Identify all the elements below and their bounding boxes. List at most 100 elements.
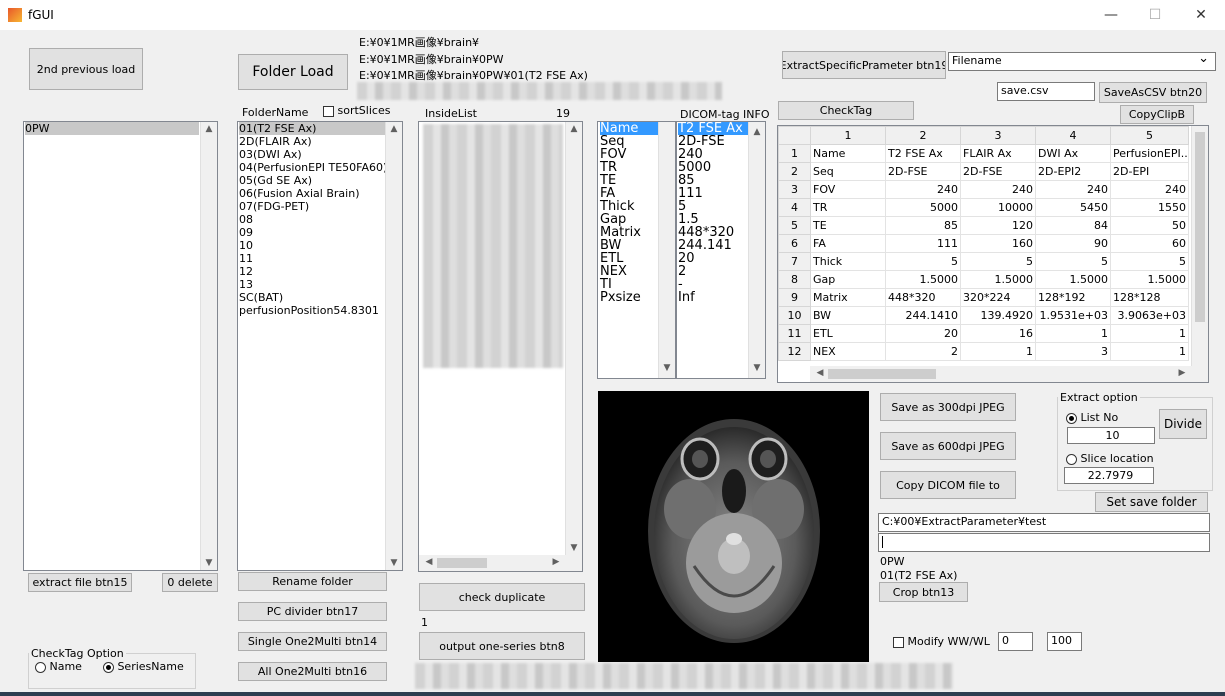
table-cell[interactable]: 139.4920 bbox=[960, 306, 1036, 325]
column-header[interactable]: 1 bbox=[810, 126, 886, 145]
row-header[interactable]: 8 bbox=[778, 270, 811, 289]
table-cell[interactable]: 1 bbox=[1110, 342, 1189, 361]
minimize-icon[interactable]: — bbox=[1088, 4, 1134, 26]
table-cell[interactable]: PerfusionEPI... bbox=[1110, 144, 1189, 163]
list-item[interactable]: 03(DWI Ax) bbox=[239, 148, 385, 161]
table-cell[interactable]: 448*320 bbox=[885, 288, 961, 307]
list-item[interactable]: Inf bbox=[678, 291, 749, 304]
table-cell[interactable]: Gap bbox=[810, 270, 886, 289]
table-cell[interactable]: 128*192 bbox=[1035, 288, 1111, 307]
row-header[interactable]: 3 bbox=[778, 180, 811, 199]
scroll-up-icon[interactable]: ▲ bbox=[201, 124, 217, 134]
mr-image-viewer[interactable] bbox=[598, 391, 869, 662]
table-cell[interactable]: 1550 bbox=[1110, 198, 1189, 217]
table-cell[interactable]: 2D-EPI bbox=[1110, 162, 1189, 181]
list-item[interactable]: 10 bbox=[239, 239, 385, 252]
scroll-up-icon[interactable]: ▲ bbox=[386, 124, 402, 134]
list-item[interactable]: 11 bbox=[239, 252, 385, 265]
chevron-down-icon[interactable]: ⌄ bbox=[1198, 53, 1209, 67]
list-item[interactable]: 0PW bbox=[25, 122, 199, 135]
folder-list[interactable]: 01(T2 FSE Ax) 2D(FLAIR Ax) 03(DWI Ax) 04… bbox=[237, 121, 403, 571]
row-header[interactable]: 12 bbox=[778, 342, 811, 361]
table-cell[interactable]: 2 bbox=[885, 342, 961, 361]
sort-slices-checkbox[interactable] bbox=[323, 105, 334, 117]
table-cell[interactable]: 90 bbox=[1035, 234, 1111, 253]
secondary-path-input[interactable] bbox=[878, 533, 1210, 552]
table-cell[interactable]: 1.5000 bbox=[1110, 270, 1189, 289]
scroll-left-icon[interactable]: ◀ bbox=[812, 368, 828, 378]
scrollbar[interactable]: ▲ ▼ bbox=[385, 122, 402, 570]
table-cell[interactable]: 5450 bbox=[1035, 198, 1111, 217]
list-item[interactable]: 20 bbox=[678, 252, 749, 265]
table-cell[interactable]: 60 bbox=[1110, 234, 1189, 253]
rename-folder-button[interactable]: Rename folder bbox=[238, 572, 387, 591]
crop-button[interactable]: Crop btn13 bbox=[879, 582, 968, 602]
list-item[interactable]: 05(Gd SE Ax) bbox=[239, 174, 385, 187]
scroll-down-icon[interactable]: ▼ bbox=[749, 360, 765, 376]
list-item[interactable]: 08 bbox=[239, 213, 385, 226]
scroll-up-icon[interactable]: ▲ bbox=[749, 124, 765, 140]
list-item[interactable]: Pxsize bbox=[600, 291, 659, 304]
list-item[interactable]: 111 bbox=[678, 187, 749, 200]
list-no-radio[interactable] bbox=[1066, 412, 1077, 424]
column-header[interactable]: 5 bbox=[1110, 126, 1189, 145]
window-level-input[interactable]: 100 bbox=[1047, 632, 1082, 651]
table-cell[interactable]: 1.9531e+03 bbox=[1035, 306, 1111, 325]
list-item[interactable]: 2D(FLAIR Ax) bbox=[239, 135, 385, 148]
table-cell[interactable]: BW bbox=[810, 306, 886, 325]
table-cell[interactable]: 5 bbox=[1035, 252, 1111, 271]
save-300dpi-jpeg-button[interactable]: Save as 300dpi JPEG bbox=[880, 393, 1016, 421]
scroll-thumb[interactable] bbox=[437, 558, 487, 568]
table-cell[interactable]: 10000 bbox=[960, 198, 1036, 217]
scroll-right-icon[interactable]: ▶ bbox=[548, 557, 564, 567]
table-cell[interactable]: Seq bbox=[810, 162, 886, 181]
delete-button[interactable]: 0 delete bbox=[162, 573, 218, 592]
table-cell[interactable]: Thick bbox=[810, 252, 886, 271]
row-header[interactable]: 9 bbox=[778, 288, 811, 307]
dicom-tag-names[interactable]: Name Seq FOV TR TE FA Thick Gap Matrix B… bbox=[597, 121, 676, 379]
slice-location-control[interactable]: Slice location bbox=[1066, 452, 1154, 465]
table-cell[interactable]: ETL bbox=[810, 324, 886, 343]
table-cell[interactable]: Matrix bbox=[810, 288, 886, 307]
dicom-tag-values[interactable]: T2 FSE Ax 2D-FSE 240 5000 85 111 5 1.5 4… bbox=[676, 121, 766, 379]
table-cell[interactable]: 320*224 bbox=[960, 288, 1036, 307]
scrollbar[interactable]: ▲ ▼ bbox=[565, 122, 582, 555]
horizontal-scrollbar[interactable]: ◀ ▶ bbox=[419, 555, 582, 571]
list-item[interactable]: 2 bbox=[678, 265, 749, 278]
column-header[interactable]: 2 bbox=[885, 126, 961, 145]
table-cell[interactable]: 128*128 bbox=[1110, 288, 1189, 307]
seriesname-radio[interactable] bbox=[102, 661, 114, 673]
scroll-left-icon[interactable]: ◀ bbox=[421, 557, 437, 567]
list-item[interactable]: 12 bbox=[239, 265, 385, 278]
table-cell[interactable]: 244.1410 bbox=[885, 306, 961, 325]
set-save-folder-button[interactable]: Set save folder bbox=[1095, 492, 1208, 512]
table-cell[interactable]: 5 bbox=[885, 252, 961, 271]
extract-file-button[interactable]: extract file btn15 bbox=[28, 573, 132, 592]
scroll-thumb[interactable] bbox=[1195, 132, 1205, 322]
save-folder-path-input[interactable]: C:¥00¥ExtractParameter¥test bbox=[878, 513, 1210, 532]
table-cell[interactable]: 1.5000 bbox=[960, 270, 1036, 289]
table-cell[interactable]: 1.5000 bbox=[885, 270, 961, 289]
filename-dropdown[interactable]: Filename ⌄ bbox=[948, 52, 1216, 71]
table-cell[interactable]: 120 bbox=[960, 216, 1036, 235]
copy-dicom-file-button[interactable]: Copy DICOM file to bbox=[880, 471, 1016, 499]
scrollbar[interactable]: ▼ bbox=[658, 122, 675, 378]
row-header[interactable]: 7 bbox=[778, 252, 811, 271]
list-item[interactable]: 09 bbox=[239, 226, 385, 239]
inside-file-list[interactable]: ▲ ▼ ◀ ▶ bbox=[418, 121, 583, 572]
table-cell[interactable]: 240 bbox=[885, 180, 961, 199]
single-one2multi-button[interactable]: Single One2Multi btn14 bbox=[238, 632, 387, 651]
row-header[interactable]: 10 bbox=[778, 306, 811, 325]
row-header[interactable]: 4 bbox=[778, 198, 811, 217]
table-cell[interactable]: 1 bbox=[1110, 324, 1189, 343]
table-cell[interactable]: 160 bbox=[960, 234, 1036, 253]
modify-wwwl-control[interactable]: Modify WW/WL bbox=[893, 635, 990, 648]
scrollbar[interactable] bbox=[1191, 126, 1208, 366]
save-600dpi-jpeg-button[interactable]: Save as 600dpi JPEG bbox=[880, 432, 1016, 460]
table-cell[interactable]: Name bbox=[810, 144, 886, 163]
table-cell[interactable]: 5000 bbox=[885, 198, 961, 217]
maximize-icon[interactable]: ☐ bbox=[1132, 4, 1178, 26]
table-cell[interactable]: 240 bbox=[1035, 180, 1111, 199]
list-no-control[interactable]: List No bbox=[1066, 411, 1118, 424]
scroll-down-icon[interactable]: ▼ bbox=[566, 543, 582, 553]
